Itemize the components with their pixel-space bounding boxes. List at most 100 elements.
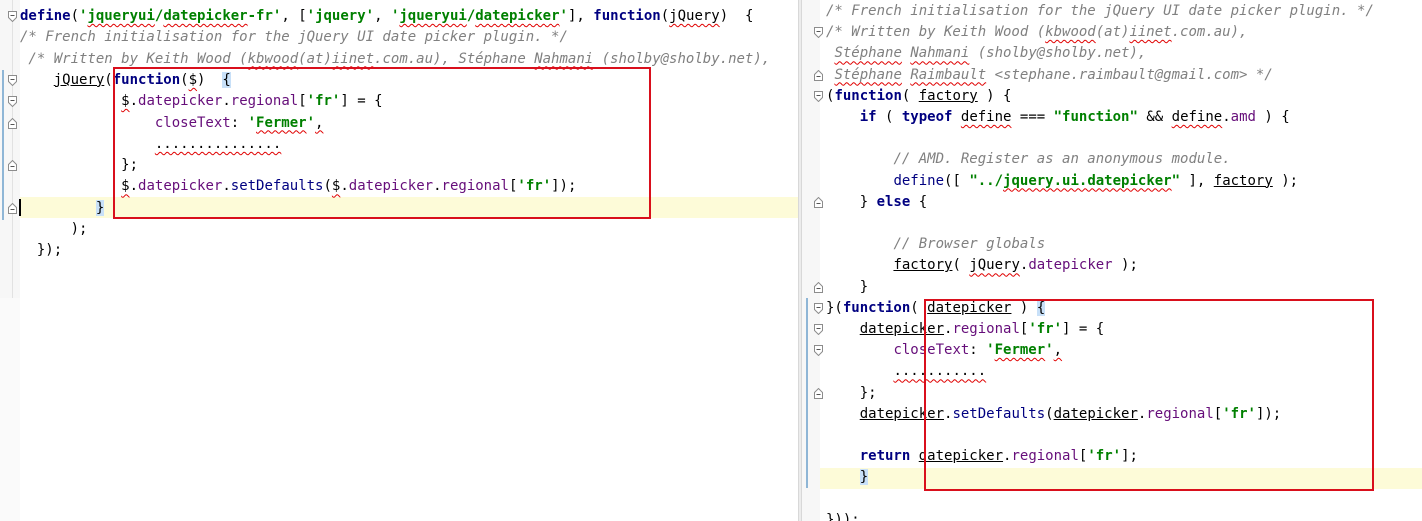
code-line[interactable]: }	[826, 277, 868, 298]
fold-collapse-icon[interactable]	[814, 281, 823, 293]
right-editor-pane[interactable]: /* French initialisation for the jQuery …	[802, 0, 1422, 521]
code-line[interactable]: }	[826, 467, 869, 488]
code-token: if	[859, 109, 877, 125]
annotation-box-right	[924, 299, 1374, 491]
code-token: );	[1272, 172, 1299, 189]
code-token: (	[104, 71, 113, 88]
fold-expand-icon[interactable]	[8, 74, 17, 86]
code-token: factory	[893, 257, 953, 274]
fold-expand-icon[interactable]	[814, 90, 823, 102]
code-token: datepicker	[1028, 257, 1113, 274]
code-token: jqueryui	[399, 8, 467, 24]
code-line[interactable]: } else {	[826, 192, 927, 213]
fold-expand-icon[interactable]	[814, 27, 823, 39]
code-line[interactable]: /* Written by Keith Wood (kbwood(at)iine…	[826, 22, 1247, 43]
code-token: define	[960, 109, 1012, 125]
code-token: .com.au), Stéphane	[374, 50, 535, 67]
code-token: ) {	[719, 8, 754, 24]
code-line[interactable]: Stéphane Raimbault <stephane.raimbault@g…	[826, 65, 1272, 86]
code-token: , [	[281, 8, 307, 24]
code-token: factory	[1213, 172, 1273, 189]
code-token: iinet	[1129, 24, 1172, 41]
code-token: ([	[944, 172, 970, 189]
code-line[interactable]: // Browser globals	[826, 234, 1045, 255]
code-token: (at)	[1095, 24, 1130, 41]
code-token: ],	[1180, 172, 1214, 189]
left-editor-pane[interactable]: define('jqueryui/datepicker-fr', ['jquer…	[0, 0, 798, 521]
code-token: kbwood	[1045, 24, 1096, 41]
fold-expand-icon[interactable]	[814, 324, 823, 335]
code-token: };	[826, 384, 877, 401]
fold-expand-icon[interactable]	[8, 96, 17, 108]
code-token: }(	[826, 299, 843, 316]
fold-collapse-icon[interactable]	[814, 69, 823, 81]
code-token: (	[901, 87, 919, 104]
code-token: datepicker	[475, 8, 560, 24]
code-token: amd	[1230, 109, 1256, 125]
code-line[interactable]: };	[826, 383, 877, 404]
code-token: typeof	[901, 109, 953, 125]
code-token: jqueryui	[87, 8, 155, 24]
code-line[interactable]: factory( jQuery.datepicker );	[826, 255, 1138, 276]
fold-collapse-icon[interactable]	[814, 196, 823, 208]
code-line[interactable]: /* French initialisation for the jQuery …	[20, 27, 568, 48]
code-token: -fr'	[247, 8, 282, 24]
code-token: (at)	[298, 50, 332, 67]
code-line[interactable]: if ( typeof define === "function" && def…	[826, 107, 1290, 128]
code-token: kbwood	[247, 50, 299, 67]
code-token: .com.au),	[1171, 24, 1248, 41]
code-line[interactable]: /* French initialisation for the jQuery …	[826, 1, 1374, 22]
code-token: }	[826, 193, 877, 210]
code-token: ],	[567, 8, 594, 24]
code-token: jQuery	[53, 71, 105, 88]
code-token: "function"	[1053, 109, 1138, 125]
code-token: "../	[969, 172, 1004, 189]
fold-expand-icon[interactable]	[814, 345, 823, 357]
code-line[interactable]: Stéphane Nahmani (sholby@sholby.net),	[826, 43, 1146, 64]
code-token: function	[842, 299, 911, 316]
code-token: Nahmani	[534, 50, 594, 67]
fold-collapse-icon[interactable]	[814, 387, 823, 399]
code-token: define	[893, 172, 945, 189]
fold-expand-icon[interactable]	[8, 11, 17, 22]
code-line[interactable]: define([ "../jquery.ui.datepicker" ], fa…	[826, 171, 1298, 192]
code-line[interactable]: }	[20, 198, 105, 219]
code-line[interactable]: (function( factory ) {	[826, 86, 1011, 107]
code-line[interactable]: }));	[826, 510, 860, 521]
code-line[interactable]: define('jqueryui/datepicker-fr', ['jquer…	[20, 6, 753, 27]
change-marker	[2, 70, 4, 220]
code-line[interactable]: });	[20, 240, 62, 261]
code-token: Stéphane	[834, 66, 902, 83]
code-token: define	[20, 8, 71, 24]
code-token: {	[910, 193, 928, 210]
code-token: // Browser globals	[893, 236, 1046, 253]
code-token: );	[1112, 257, 1138, 274]
fold-collapse-icon[interactable]	[8, 202, 17, 214]
code-token: (	[952, 257, 970, 274]
code-token: // AMD. Register as an anonymous module.	[893, 151, 1231, 168]
fold-collapse-icon[interactable]	[8, 160, 17, 172]
code-line[interactable]: // AMD. Register as an anonymous module.	[826, 149, 1231, 170]
code-line[interactable]: );	[20, 219, 88, 240]
code-token: (	[660, 8, 670, 24]
code-token: }	[859, 469, 869, 486]
code-token: }));	[826, 511, 860, 521]
code-token: &&	[1137, 109, 1172, 125]
fold-collapse-icon[interactable]	[8, 117, 17, 129]
code-token: /	[466, 8, 476, 24]
fold-expand-icon[interactable]	[814, 302, 823, 314]
code-token: (	[70, 8, 80, 24]
code-token: datepicker	[163, 8, 248, 24]
